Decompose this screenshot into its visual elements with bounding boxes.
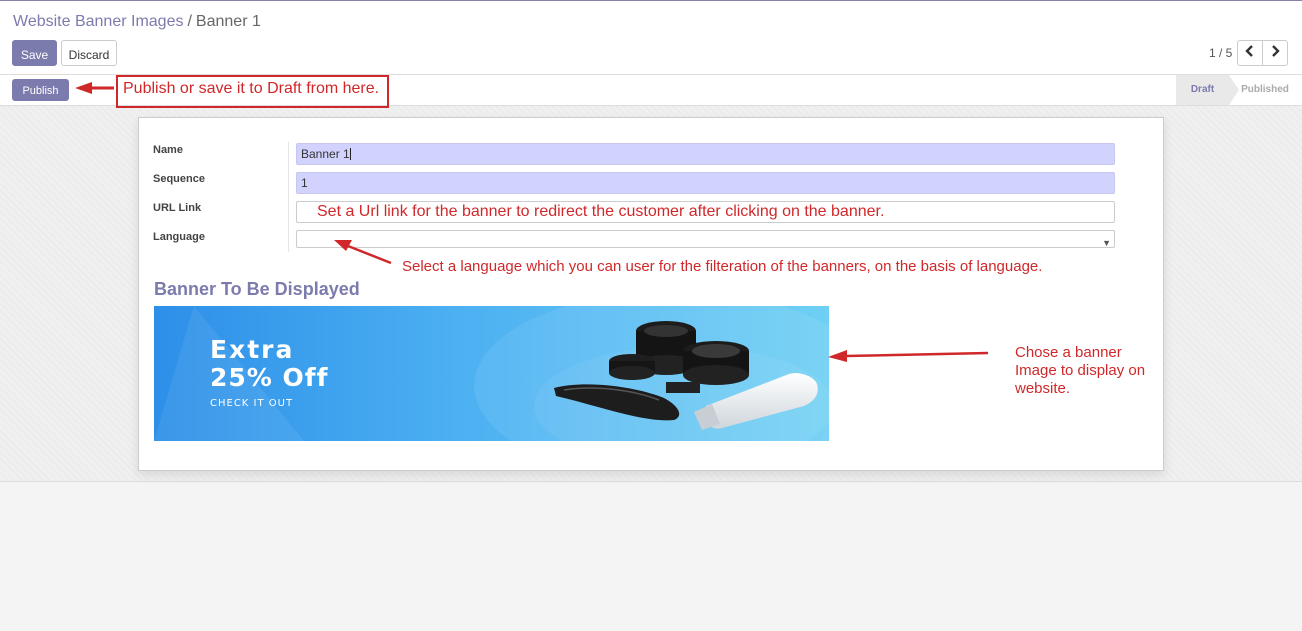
image-annotation-line-3: website. — [1015, 380, 1071, 397]
chevron-left-icon — [1245, 45, 1253, 57]
chevron-right-icon — [1272, 45, 1280, 57]
image-annotation-line-1: Chose a banner — [1015, 344, 1122, 361]
url-link-label: URL Link — [153, 202, 202, 214]
banner-image[interactable]: Extra 25% Off CHECK IT OUT — [154, 306, 829, 441]
section-title-banner: Banner To Be Displayed — [154, 279, 360, 299]
pager-next-button[interactable] — [1262, 40, 1288, 66]
save-button[interactable]: Save — [12, 40, 57, 66]
name-input-value: Banner 1 — [301, 147, 350, 161]
memory-card — [666, 382, 700, 393]
language-select[interactable]: ▼ — [296, 230, 1115, 248]
breadcrumb: Website Banner Images / Banner 1 — [13, 13, 261, 31]
sequence-input-value: 1 — [301, 176, 308, 190]
sequence-label: Sequence — [153, 173, 205, 185]
name-label: Name — [153, 144, 183, 156]
image-annotation-line-2: Image to display on — [1015, 362, 1146, 379]
status-stage-draft[interactable]: Draft — [1176, 75, 1239, 105]
breadcrumb-current: Banner 1 — [195, 13, 261, 30]
language-label: Language — [153, 231, 205, 243]
status-stage-published[interactable]: Published — [1232, 75, 1298, 105]
dropdown-arrow-icon: ▼ — [1102, 238, 1111, 248]
name-input[interactable]: Banner 1 — [296, 143, 1115, 165]
pager-value[interactable]: 1 / 5 — [1209, 46, 1232, 60]
language-annotation-text: Select a language which you can user for… — [402, 258, 1043, 275]
sequence-input[interactable]: 1 — [296, 172, 1115, 194]
publish-button[interactable]: Publish — [12, 79, 69, 101]
label-divider — [288, 142, 289, 252]
banner-text-extra: Extra — [210, 335, 294, 364]
breadcrumb-parent-link[interactable]: Website Banner Images — [13, 13, 183, 30]
url-annotation-text: Set a Url link for the banner to redirec… — [317, 203, 885, 220]
banner-text-cta: CHECK IT OUT — [210, 398, 293, 409]
image-annotation-text: Chose a banner Image to display on websi… — [1015, 344, 1145, 398]
publish-annotation-text: Publish or save it to Draft from here. — [123, 80, 380, 97]
breadcrumb-separator: / — [187, 13, 192, 30]
control-panel: Website Banner Images / Banner 1 Save Disc… — [0, 0, 1302, 75]
banner-text-discount: 25% Off — [210, 363, 329, 392]
pager-previous-button[interactable] — [1237, 40, 1263, 66]
discard-button[interactable]: Discard — [61, 40, 117, 66]
text-cursor — [349, 148, 351, 160]
